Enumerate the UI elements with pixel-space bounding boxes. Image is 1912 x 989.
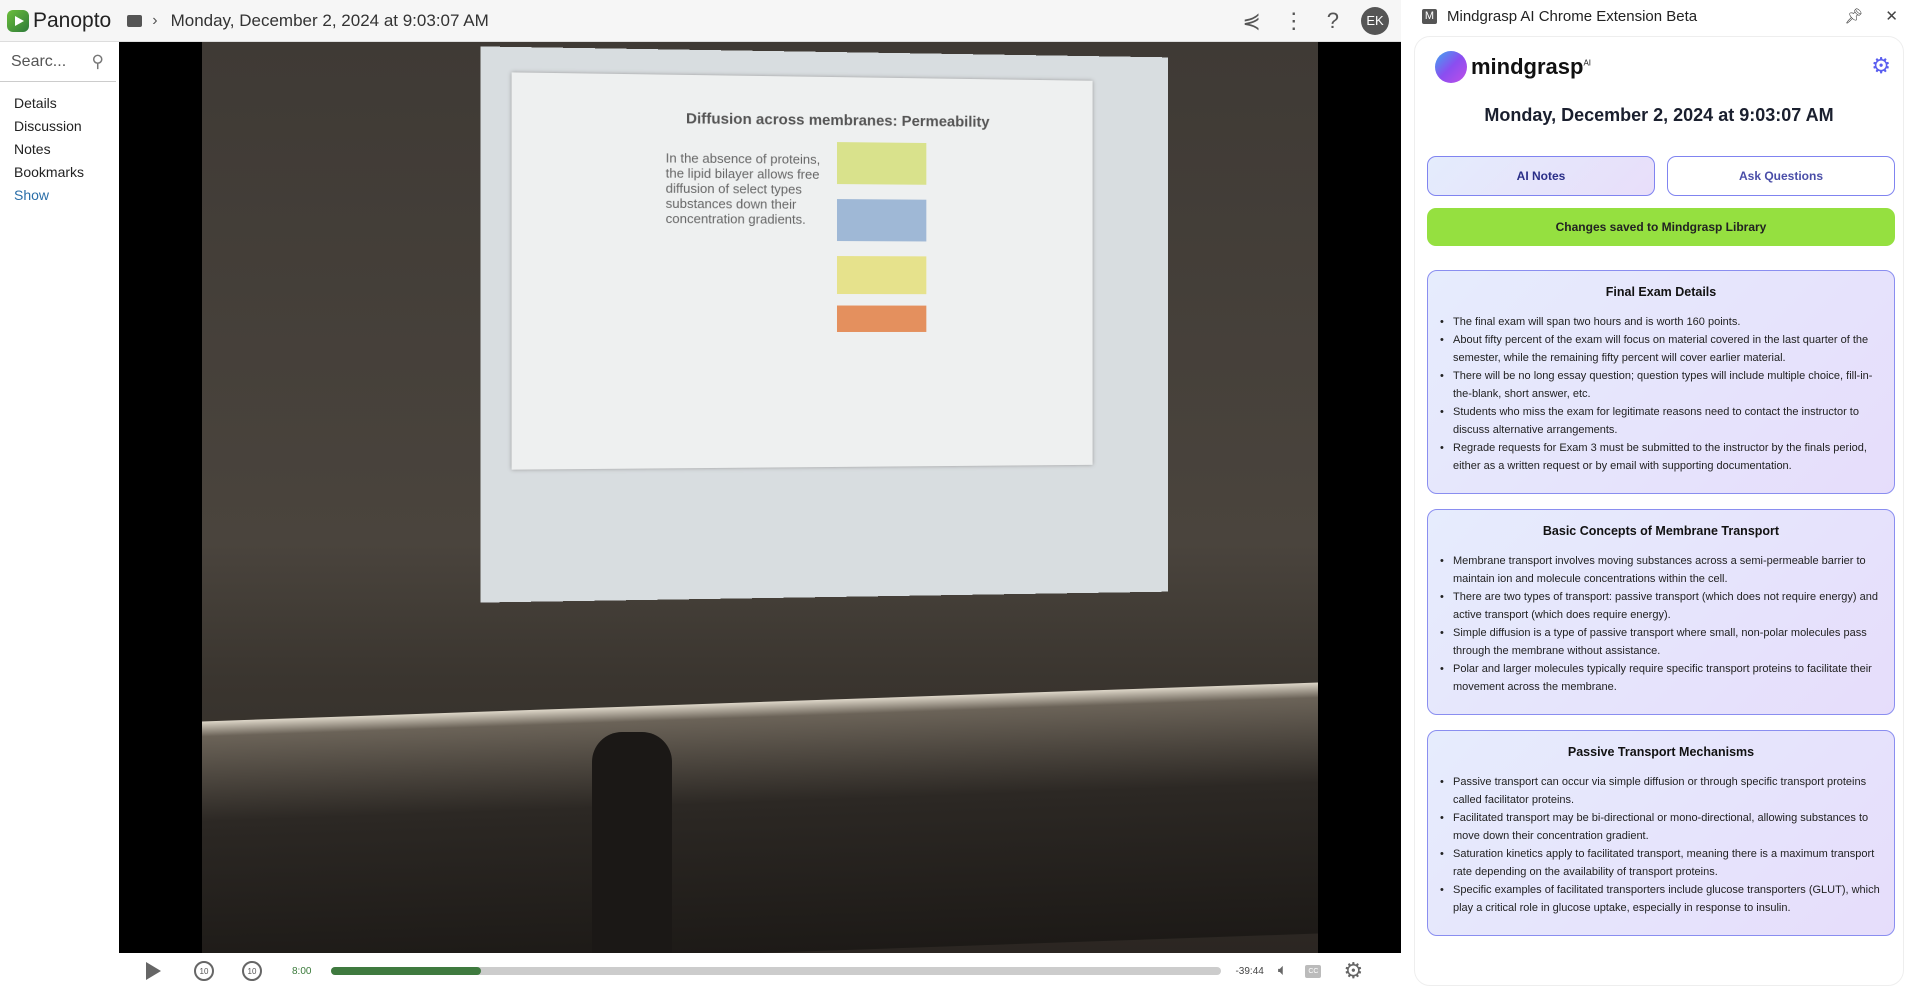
pin-icon[interactable]: 📌︎ bbox=[1844, 7, 1863, 25]
remaining-time: -39:44 bbox=[1235, 965, 1264, 977]
note-list: Membrane transport involves moving subst… bbox=[1440, 552, 1882, 696]
sidebar-item-details[interactable]: Details bbox=[0, 92, 119, 115]
note-item: Facilitated transport may be bi-directio… bbox=[1440, 809, 1882, 845]
note-list: Passive transport can occur via simple d… bbox=[1440, 773, 1882, 917]
sidebar-item-discussion[interactable]: Discussion bbox=[0, 115, 119, 138]
note-item: About fifty percent of the exam will foc… bbox=[1440, 331, 1882, 367]
video-player[interactable]: Diffusion across membranes: Permeability… bbox=[119, 42, 1401, 953]
folder-icon[interactable] bbox=[127, 14, 143, 27]
note-item: Polar and larger molecules typically req… bbox=[1440, 660, 1882, 696]
note-card: Passive Transport Mechanisms Passive tran… bbox=[1427, 730, 1895, 936]
search-input[interactable]: Searc... ⚲ bbox=[0, 42, 116, 82]
top-bar: Panopto › Monday, December 2, 2024 at 9:… bbox=[0, 0, 1401, 42]
slide-figure bbox=[836, 142, 927, 332]
note-card-title: Passive Transport Mechanisms bbox=[1567, 745, 1755, 759]
search-placeholder: Searc... bbox=[11, 52, 67, 70]
rewind-10-icon[interactable]: 10 bbox=[194, 961, 214, 981]
note-item: Saturation kinetics apply to facilitated… bbox=[1440, 845, 1882, 881]
chalkboard bbox=[202, 682, 1318, 953]
notes-list: Final Exam Details The final exam will sp… bbox=[1427, 270, 1895, 951]
note-item: Students who miss the exam for legitimat… bbox=[1440, 403, 1882, 439]
extension-panel: M Mindgrasp AI Chrome Extension Beta 📌︎ ✕… bbox=[1401, 0, 1912, 989]
projection-screen: Diffusion across membranes: Permeability… bbox=[480, 46, 1168, 603]
note-item: There are two types of transport: passiv… bbox=[1440, 588, 1882, 624]
extension-title: Mindgrasp AI Chrome Extension Beta bbox=[1447, 7, 1698, 25]
extension-badge-icon: M bbox=[1422, 8, 1437, 24]
captions-icon[interactable]: CC bbox=[1305, 964, 1322, 978]
note-item: Regrade requests for Exam 3 must be subm… bbox=[1440, 439, 1882, 475]
sidebar: Searc... ⚲ Details Discussion Notes Book… bbox=[0, 42, 119, 989]
settings-gear-icon[interactable]: ⚙ bbox=[1871, 53, 1891, 79]
chevron-right-icon: › bbox=[152, 11, 158, 29]
note-item: There will be no long essay question; qu… bbox=[1440, 367, 1882, 403]
note-card: Basic Concepts of Membrane Transport Memb… bbox=[1427, 509, 1895, 715]
note-list: The final exam will span two hours and i… bbox=[1440, 313, 1882, 475]
notes-date: Monday, December 2, 2024 at 9:03:07 AM bbox=[1484, 105, 1834, 125]
session-title: Monday, December 2, 2024 at 9:03:07 AM bbox=[170, 10, 489, 30]
slide-title: Diffusion across membranes: Permeability bbox=[685, 110, 990, 131]
note-item: Simple diffusion is a type of passive tr… bbox=[1440, 624, 1882, 660]
presenter bbox=[592, 732, 672, 953]
tab-ask-questions[interactable]: Ask Questions bbox=[1667, 156, 1895, 196]
brand-sup: AI bbox=[1583, 58, 1592, 68]
note-item: Specific examples of facilitated transpo… bbox=[1440, 881, 1882, 917]
lecture-video-frame: Diffusion across membranes: Permeability… bbox=[202, 42, 1318, 953]
status-badge: Changes saved to Mindgrasp Library bbox=[1427, 208, 1895, 246]
current-time: 8:00 bbox=[292, 965, 312, 977]
close-icon[interactable]: ✕ bbox=[1885, 7, 1898, 25]
note-card-title: Final Exam Details bbox=[1605, 285, 1717, 299]
more-vertical-icon[interactable]: ⋮ bbox=[1283, 8, 1305, 34]
note-card-title: Basic Concepts of Membrane Transport bbox=[1542, 524, 1780, 538]
sidebar-item-bookmarks[interactable]: Bookmarks bbox=[0, 161, 119, 184]
share-icon[interactable]: ⋞ bbox=[1242, 8, 1260, 34]
avatar[interactable]: EK bbox=[1361, 6, 1389, 35]
note-item: Passive transport can occur via simple d… bbox=[1440, 773, 1882, 809]
note-item: Membrane transport involves moving subst… bbox=[1440, 552, 1882, 588]
progress-bar[interactable] bbox=[331, 967, 1222, 975]
search-icon[interactable]: ⚲ bbox=[92, 52, 104, 72]
play-icon[interactable] bbox=[146, 962, 161, 980]
settings-gear-icon[interactable]: ⚙ bbox=[1343, 958, 1363, 984]
help-icon[interactable]: ? bbox=[1327, 8, 1339, 34]
note-card: Final Exam Details The final exam will sp… bbox=[1427, 270, 1895, 494]
mindgrasp-logo: mindgraspAI bbox=[1435, 51, 1591, 83]
progress-fill bbox=[331, 967, 481, 975]
slide: Diffusion across membranes: Permeability… bbox=[511, 72, 1093, 470]
panopto-logo[interactable]: Panopto bbox=[7, 9, 111, 33]
mindgrasp-brand: mindgrasp bbox=[1471, 54, 1584, 79]
volume-icon[interactable]: 🔈︎ bbox=[1278, 962, 1288, 980]
panopto-logo-icon bbox=[7, 9, 29, 32]
mindgrasp-head-icon bbox=[1435, 51, 1467, 83]
show-link[interactable]: Show bbox=[0, 184, 119, 207]
slide-text: In the absence of proteins, the lipid bi… bbox=[665, 150, 821, 227]
sidebar-item-notes[interactable]: Notes bbox=[0, 138, 119, 161]
note-item: The final exam will span two hours and i… bbox=[1440, 313, 1882, 331]
tab-ai-notes[interactable]: AI Notes bbox=[1427, 156, 1655, 196]
forward-10-icon[interactable]: 10 bbox=[242, 961, 262, 981]
player-controls: 10 10 8:00 -39:44 🔈︎ CC ⚙ bbox=[119, 953, 1401, 989]
brand-name: Panopto bbox=[33, 8, 112, 32]
